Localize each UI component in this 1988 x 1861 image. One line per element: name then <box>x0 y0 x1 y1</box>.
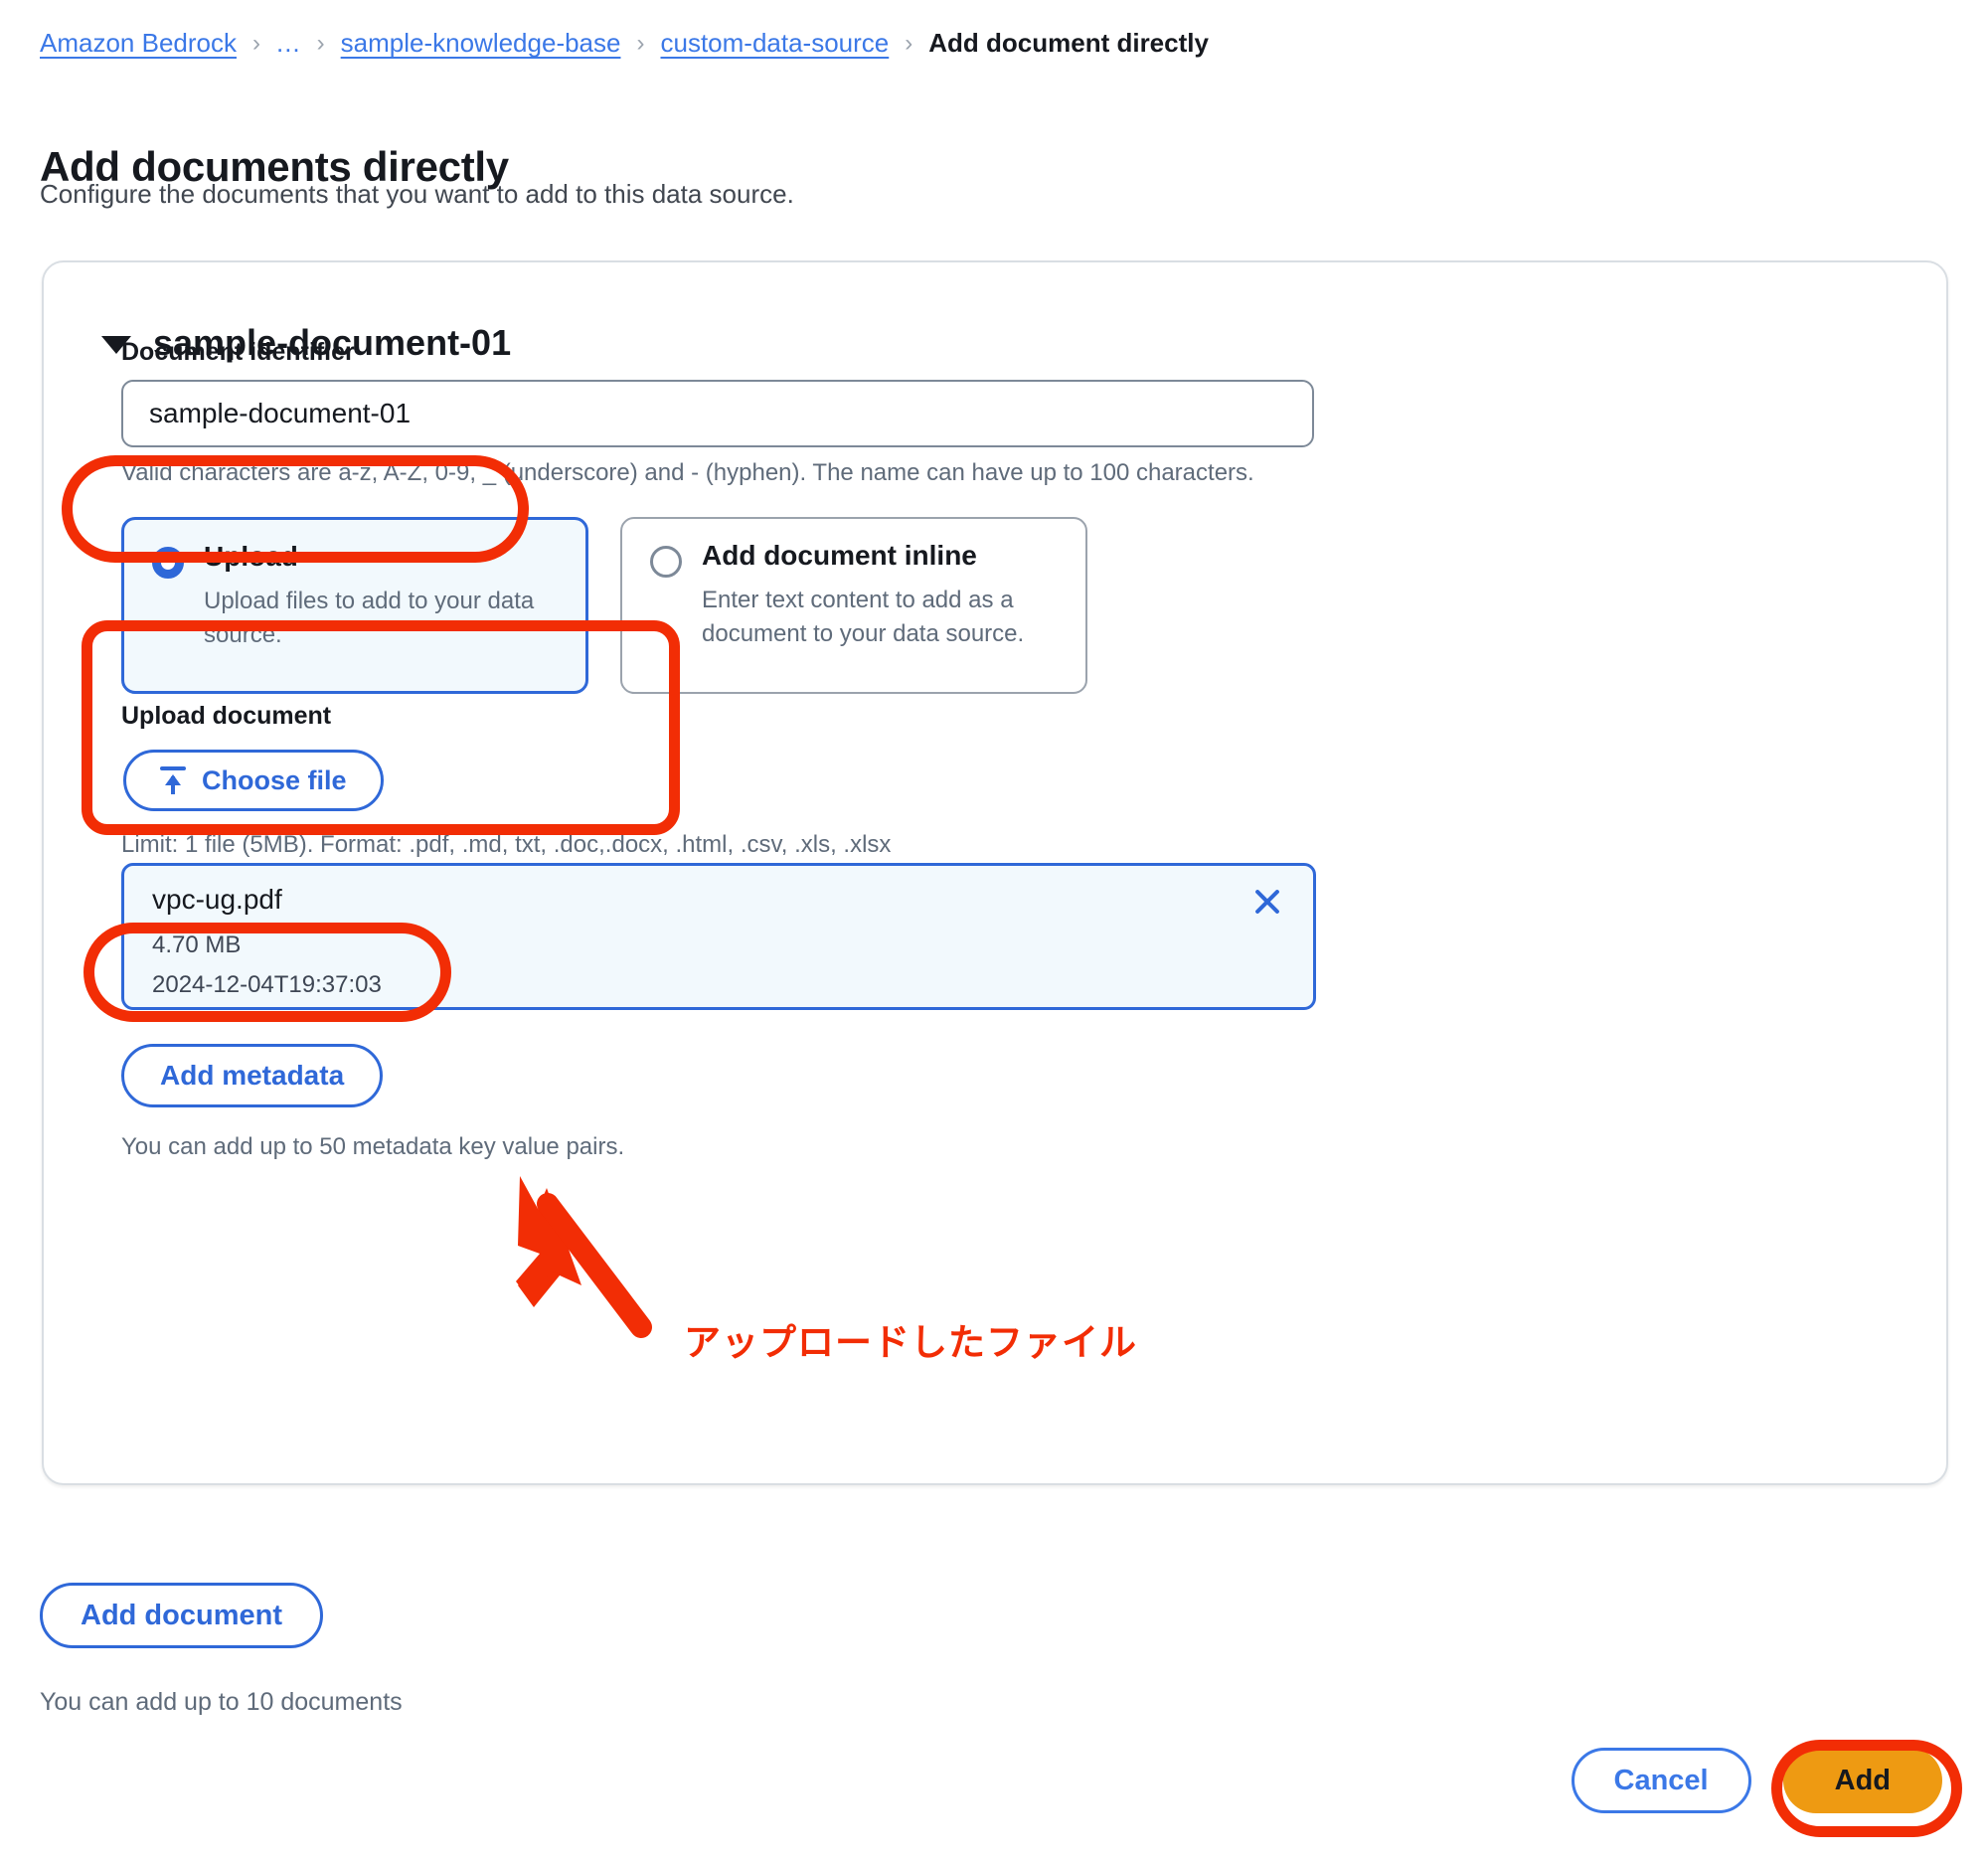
radio-upload-icon[interactable] <box>152 547 184 579</box>
breadcrumb: Amazon Bedrock › ... › sample-knowledge-… <box>40 28 1209 59</box>
upload-document-label: Upload document <box>121 702 332 730</box>
upload-limit-hint: Limit: 1 file (5MB). Format: .pdf, .md, … <box>121 831 892 858</box>
radio-inline-icon[interactable] <box>650 546 682 578</box>
document-identifier-hint: Valid characters are a-z, A-Z, 0-9, _ (u… <box>121 459 1254 486</box>
close-icon[interactable] <box>1247 882 1287 922</box>
add-metadata-button[interactable]: Add metadata <box>121 1044 384 1107</box>
add-metadata-hint: You can add up to 50 metadata key value … <box>121 1133 625 1160</box>
add-button[interactable]: Add <box>1782 1748 1942 1813</box>
source-option-inline-title: Add document inline <box>702 540 977 571</box>
uploaded-file-name: vpc-ug.pdf <box>152 884 282 915</box>
cancel-label: Cancel <box>1613 1764 1709 1796</box>
choose-file-label: Choose file <box>202 764 347 795</box>
add-document-label: Add document <box>81 1599 282 1631</box>
footer-actions: Cancel Add <box>1571 1748 1942 1813</box>
uploaded-file-timestamp: 2024-12-04T19:37:03 <box>152 971 382 998</box>
add-metadata-label: Add metadata <box>160 1060 345 1091</box>
breadcrumb-item-sample-knowledge-base[interactable]: sample-knowledge-base <box>341 28 621 59</box>
source-option-inline[interactable]: Add document inline Enter text content t… <box>620 517 1087 694</box>
document-identifier-label: Document identifier <box>121 338 355 366</box>
add-document-hint: You can add up to 10 documents <box>40 1688 403 1716</box>
source-option-upload-title: Upload <box>204 541 298 572</box>
uploaded-file-size: 4.70 MB <box>152 931 242 958</box>
add-label: Add <box>1834 1764 1891 1796</box>
breadcrumb-item-custom-data-source[interactable]: custom-data-source <box>660 28 889 59</box>
page-subtitle: Configure the documents that you want to… <box>40 179 794 209</box>
breadcrumb-separator-icon: › <box>636 29 645 57</box>
source-option-upload-description: Upload files to add to your data source. <box>204 587 535 648</box>
breadcrumb-item-current: Add document directly <box>928 28 1209 58</box>
upload-icon <box>160 766 186 794</box>
document-card: sample-document-01 Document identifier V… <box>42 260 1948 1485</box>
breadcrumb-item-amazon-bedrock[interactable]: Amazon Bedrock <box>40 28 237 59</box>
source-option-upload[interactable]: Upload Upload files to add to your data … <box>121 517 588 694</box>
choose-file-button[interactable]: Choose file <box>123 750 384 811</box>
uploaded-file-card: vpc-ug.pdf 4.70 MB 2024-12-04T19:37:03 <box>121 863 1316 1010</box>
source-option-inline-description: Enter text content to add as a document … <box>702 586 1025 647</box>
breadcrumb-item-ellipsis[interactable]: ... <box>276 28 301 59</box>
breadcrumb-separator-icon: › <box>251 29 260 57</box>
add-document-button[interactable]: Add document <box>40 1583 323 1648</box>
breadcrumb-separator-icon: › <box>316 29 325 57</box>
cancel-button[interactable]: Cancel <box>1571 1748 1751 1813</box>
breadcrumb-separator-icon: › <box>905 29 913 57</box>
add-documents-directly-page: Amazon Bedrock › ... › sample-knowledge-… <box>0 0 1988 1861</box>
document-source-option-group: Upload Upload files to add to your data … <box>121 517 1087 694</box>
document-identifier-input[interactable] <box>121 380 1314 447</box>
